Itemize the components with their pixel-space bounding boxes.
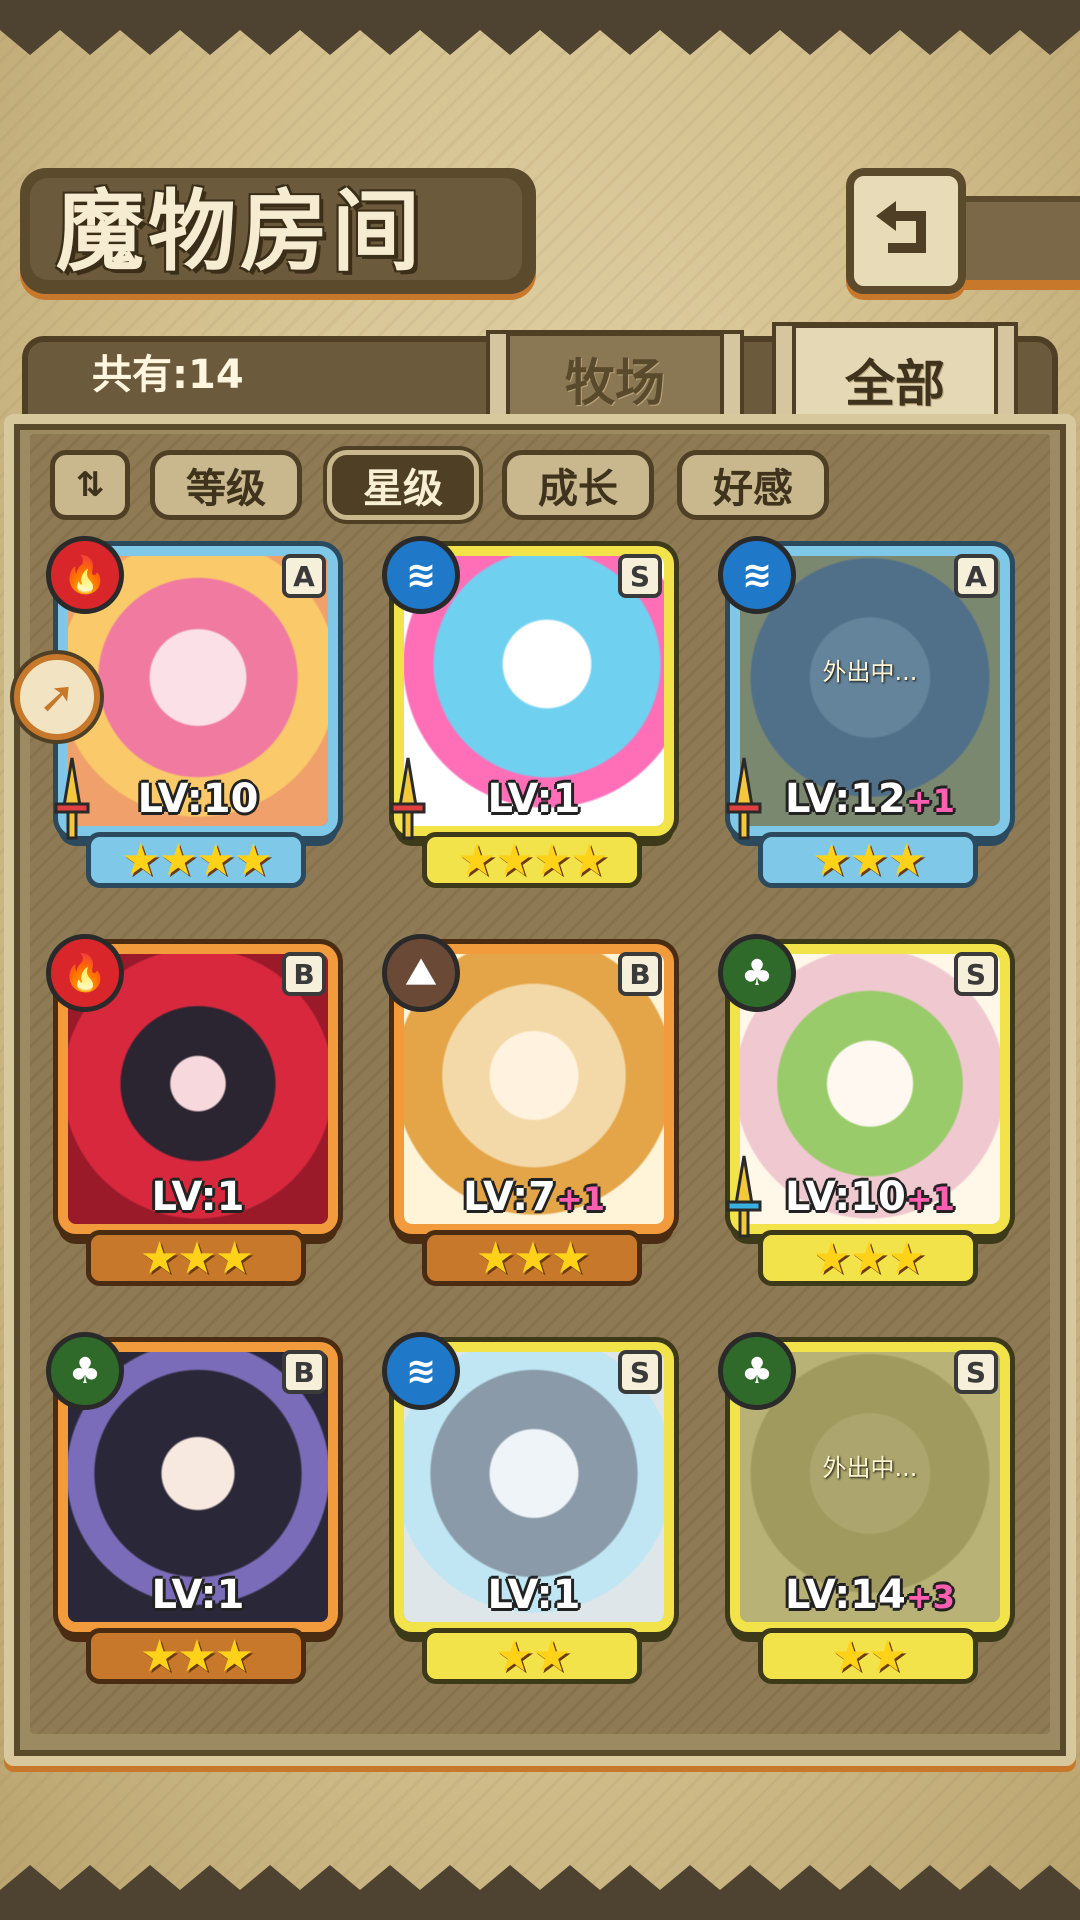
- monster-level: LV:14+3: [785, 1572, 955, 1618]
- monster-level: LV:10+1: [785, 1174, 955, 1220]
- water-element-icon: ≋: [382, 536, 460, 614]
- star-rating: ★★★: [86, 1230, 306, 1286]
- monster-level: LV:1: [151, 1174, 245, 1220]
- sort-affection-button[interactable]: 好感: [677, 450, 829, 520]
- rank-badge: S: [954, 1350, 998, 1394]
- sort-order-toggle[interactable]: ⇅: [50, 450, 130, 520]
- star-rating: ★★★: [758, 1230, 978, 1286]
- monster-card[interactable]: 外出中... LV:12+1 A ≋ ★★★: [718, 536, 1018, 896]
- monster-card[interactable]: LV:1 S ≋ ★★: [382, 1332, 682, 1692]
- back-button-tail: [960, 196, 1080, 290]
- rank-badge: B: [282, 1350, 326, 1394]
- away-status: 外出中...: [822, 658, 918, 686]
- monster-level: LV:1: [487, 776, 581, 822]
- back-button[interactable]: [846, 168, 966, 294]
- rank-badge: A: [954, 554, 998, 598]
- monster-level: LV:10: [137, 776, 259, 822]
- sort-stars-button[interactable]: 星级: [327, 450, 479, 520]
- star-rating: ★★: [758, 1628, 978, 1684]
- rank-badge: B: [282, 952, 326, 996]
- monster-card[interactable]: LV:1 B ♣ ★★★: [46, 1332, 346, 1692]
- fire-element-icon: 🔥: [46, 536, 124, 614]
- monster-card[interactable]: LV:1 S ≋ ★★★★: [382, 536, 682, 896]
- monster-count: 共有:14: [92, 352, 244, 398]
- return-arrow-icon: [876, 201, 926, 253]
- bottom-border: [0, 1860, 1080, 1920]
- sword-icon: [50, 756, 94, 844]
- rank-badge: S: [954, 952, 998, 996]
- monster-card[interactable]: LV:10+1 S ♣ ★★★: [718, 934, 1018, 1294]
- water-element-icon: ≋: [718, 536, 796, 614]
- sort-growth-button[interactable]: 成长: [502, 450, 654, 520]
- monster-card[interactable]: LV:7+1 B ⛰ ★★★: [382, 934, 682, 1294]
- earth-element-icon: ⛰: [382, 934, 460, 1012]
- tab-ranch[interactable]: 牧场: [486, 330, 744, 424]
- star-rating: ★★★: [86, 1628, 306, 1684]
- wood-element-icon: ♣: [46, 1332, 124, 1410]
- sword-icon: [722, 1154, 766, 1242]
- sword-icon: [386, 756, 430, 844]
- monster-level: LV:1: [487, 1572, 581, 1618]
- away-status: 外出中...: [822, 1454, 918, 1482]
- star-rating: ★★: [422, 1628, 642, 1684]
- rank-badge: A: [282, 554, 326, 598]
- sort-level-button[interactable]: 等级: [150, 450, 302, 520]
- sword-icon: [722, 756, 766, 844]
- evolve-arrow-icon[interactable]: ➚: [14, 654, 100, 740]
- star-rating: ★★★: [758, 832, 978, 888]
- wood-element-icon: ♣: [718, 934, 796, 1012]
- rank-badge: S: [618, 1350, 662, 1394]
- fire-element-icon: 🔥: [46, 934, 124, 1012]
- wood-element-icon: ♣: [718, 1332, 796, 1410]
- page-title: 魔物房间: [56, 179, 425, 283]
- monster-level: LV:12+1: [785, 776, 955, 822]
- monster-card[interactable]: LV:1 B 🔥 ★★★: [46, 934, 346, 1294]
- rank-badge: S: [618, 554, 662, 598]
- rank-badge: B: [618, 952, 662, 996]
- monster-level: LV:7+1: [462, 1174, 606, 1220]
- star-rating: ★★★★: [422, 832, 642, 888]
- water-element-icon: ≋: [382, 1332, 460, 1410]
- star-rating: ★★★★: [86, 832, 306, 888]
- monster-level: LV:1: [151, 1572, 245, 1618]
- monster-card[interactable]: 外出中... LV:14+3 S ♣ ★★: [718, 1332, 1018, 1692]
- star-rating: ★★★: [422, 1230, 642, 1286]
- top-border: [0, 0, 1080, 60]
